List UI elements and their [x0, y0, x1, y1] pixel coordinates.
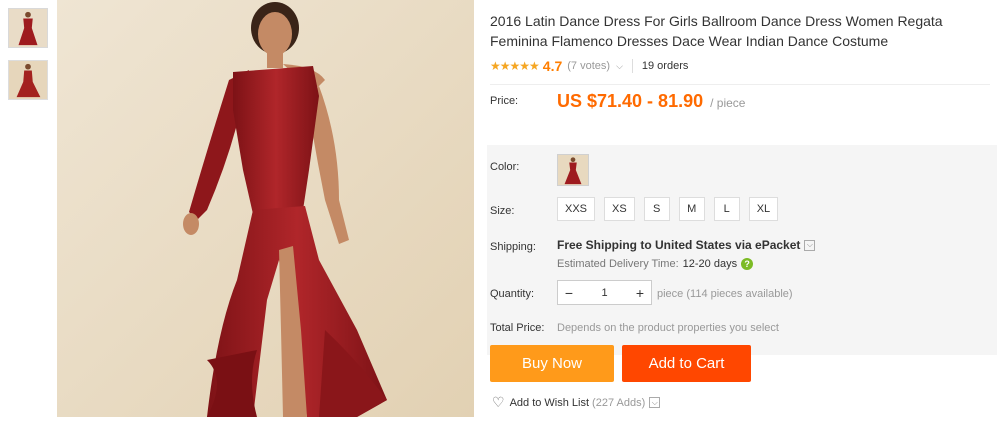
available-count: (114 pieces available): [686, 288, 793, 300]
dress-thumbnail-image: [9, 9, 47, 47]
size-option-s[interactable]: S: [643, 197, 670, 221]
product-properties: Color: Size: XXS XS S M L XL Shipping: F…: [487, 145, 997, 355]
color-swatch[interactable]: [557, 154, 589, 186]
thumbnail-list: [8, 8, 50, 112]
size-option-xs[interactable]: XS: [604, 197, 635, 221]
price-label: Price:: [490, 95, 519, 107]
heart-icon: ♡: [492, 394, 505, 410]
price-value: US $71.40 - 81.90 / piece: [557, 91, 745, 112]
wishlist-label: Add to Wish List: [509, 396, 590, 409]
dress-photo: [57, 0, 474, 417]
size-option-xl[interactable]: XL: [748, 197, 779, 221]
delivery-estimate: Estimated Delivery Time: 12-20 days ?: [557, 258, 754, 270]
shipping-method[interactable]: Free Shipping to United States via ePack…: [557, 238, 816, 252]
delivery-label: Estimated Delivery Time:: [557, 258, 679, 270]
divider: [631, 59, 633, 73]
size-option-l[interactable]: L: [713, 197, 740, 221]
buy-now-button[interactable]: Buy Now: [490, 345, 614, 382]
quantity-label: Quantity:: [490, 288, 535, 300]
product-title: 2016 Latin Dance Dress For Girls Ballroo…: [490, 13, 943, 49]
shipping-label: Shipping:: [490, 241, 536, 253]
delivery-days: 12-20 days: [682, 258, 738, 270]
quantity-unit: piece: [657, 288, 684, 300]
shipping-text: Free Shipping to United States via ePack…: [557, 238, 801, 252]
pieces-available: piece (114 pieces available): [657, 288, 793, 300]
add-to-cart-button[interactable]: Add to Cart: [622, 345, 751, 382]
dress-thumbnail-image: [9, 61, 47, 99]
price-unit: / piece: [710, 96, 746, 110]
star-icon: ★★★★★: [490, 59, 540, 73]
increment-button[interactable]: +: [629, 285, 651, 301]
product-info: 2016 Latin Dance Dress For Girls Ballroo…: [487, 0, 1000, 410]
votes-count[interactable]: (7 votes): [567, 60, 610, 72]
rating-value: 4.7: [542, 58, 563, 74]
chevron-down-icon[interactable]: ⌵: [804, 239, 816, 251]
help-icon[interactable]: ?: [741, 258, 754, 270]
total-price-text: Depends on the product properties you se…: [557, 322, 779, 334]
size-option-xxs[interactable]: XXS: [557, 197, 596, 221]
dress-swatch-image: [558, 155, 588, 185]
chevron-down-icon[interactable]: ⌵: [616, 61, 623, 72]
main-product-image[interactable]: [57, 0, 474, 417]
size-label: Size:: [490, 205, 515, 217]
rating-row: ★★★★★ 4.7 (7 votes) ⌵ 19 orders: [490, 56, 1000, 76]
quantity-input[interactable]: 1: [580, 287, 629, 299]
thumbnail-1[interactable]: [8, 8, 48, 48]
quantity-stepper: − 1 +: [557, 280, 652, 305]
color-label: Color:: [490, 161, 520, 173]
thumbnail-2[interactable]: [8, 60, 48, 100]
size-option-m[interactable]: M: [678, 197, 705, 221]
divider: [490, 84, 990, 85]
action-buttons: Buy Now Add to Cart: [490, 345, 751, 382]
wishlist-link[interactable]: ♡ Add to Wish List (227 Adds) ⌵: [492, 394, 661, 411]
wishlist-count: (227 Adds): [592, 396, 646, 409]
chevron-down-icon[interactable]: ⌵: [649, 397, 661, 408]
price-block: Price: US $71.40 - 81.90 / piece: [490, 91, 1000, 131]
orders-count: 19 orders: [641, 60, 689, 72]
total-price-label: Total Price:: [490, 322, 545, 334]
size-options: XXS XS S M L XL: [557, 197, 787, 221]
decrement-button[interactable]: −: [558, 285, 580, 301]
price-range: US $71.40 - 81.90: [557, 91, 704, 111]
